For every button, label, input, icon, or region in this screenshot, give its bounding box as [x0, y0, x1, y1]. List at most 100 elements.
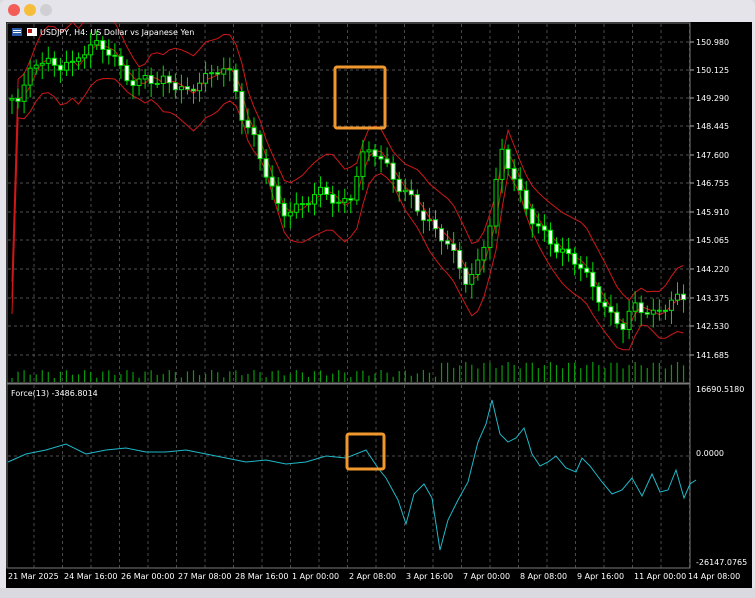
candle-body [378, 155, 384, 160]
candle-body [130, 80, 136, 87]
candle-body [178, 86, 184, 91]
candle-body [469, 274, 475, 285]
candle-body [675, 293, 680, 301]
indicator-pane-border [6, 383, 691, 569]
candle-body [529, 208, 535, 225]
candle-body [281, 202, 287, 217]
candle-body [511, 168, 517, 180]
price-tick-label: 149.290 [696, 94, 729, 103]
candle-body [312, 194, 317, 205]
candle-body [354, 175, 360, 201]
candle-body [348, 198, 354, 201]
title-bar [0, 0, 755, 22]
time-tick-label: 1 Apr 00:00 [292, 572, 339, 581]
price-tick-label: 143.375 [696, 294, 729, 303]
candle-body [372, 149, 378, 157]
symbol-header: USDJPY, H4: US Dollar vs Japanese Yen [12, 28, 194, 37]
candle-body [463, 267, 469, 285]
candle-body [124, 65, 130, 82]
candle-body [221, 68, 227, 75]
candle-body [656, 309, 662, 312]
candle-body [638, 302, 644, 314]
time-tick-label: 7 Apr 00:00 [463, 572, 510, 581]
force-index-line [7, 399, 697, 551]
candle-body [209, 72, 215, 75]
indicator-label: Force(13) -3486.8014 [11, 389, 98, 398]
time-tick-label: 11 Apr 00:00 [634, 572, 686, 581]
candle-body [433, 219, 438, 230]
price-chart[interactable]: 150.980 150.125 149.290 148.445 147.600 146.7… [6, 22, 752, 588]
candle-body [668, 299, 674, 311]
close-button[interactable] [8, 4, 20, 16]
candle-body [160, 75, 166, 84]
candle-body [51, 57, 57, 66]
candle-body [287, 211, 293, 217]
candle-body [106, 48, 112, 56]
time-tick-label: 2 Apr 08:00 [349, 572, 396, 581]
candle-body [191, 88, 196, 92]
candle-body [275, 185, 281, 204]
candle-body [82, 54, 88, 59]
candle-body [366, 149, 372, 153]
candle-body [318, 186, 324, 196]
zoom-button[interactable] [40, 4, 52, 16]
candle-body [330, 193, 336, 204]
price-tick-label: 145.065 [696, 236, 729, 245]
candle-body [554, 243, 559, 253]
candle-body [493, 178, 499, 227]
time-tick-label: 9 Apr 16:00 [577, 572, 624, 581]
candle-body [154, 82, 160, 85]
candle-body [662, 309, 668, 312]
candle-body [197, 82, 203, 92]
candle-body [269, 176, 275, 187]
candle-body [650, 309, 656, 315]
candle-body [39, 62, 45, 66]
window-bottom [0, 588, 755, 598]
candle-body [535, 223, 541, 227]
candle-body [233, 69, 239, 92]
time-tick-label: 8 Apr 08:00 [520, 572, 567, 581]
candle-body [293, 203, 299, 213]
candle-body [172, 82, 178, 91]
candle-body [584, 267, 590, 273]
candle-body [517, 178, 523, 191]
candle-body [45, 57, 51, 64]
candle-body [566, 248, 572, 255]
indicator-tick-label: -26147.0765 [696, 558, 747, 567]
time-tick-label: 14 Apr 08:00 [688, 572, 740, 581]
indicator-tick-label: 16690.5180 [696, 385, 744, 394]
candle-body [547, 229, 553, 245]
minimize-button[interactable] [24, 4, 36, 16]
candle-body [457, 249, 463, 269]
candle-body [402, 189, 408, 193]
candle-body [420, 210, 426, 221]
time-tick-label: 21 Mar 2025 [8, 572, 59, 581]
candle-body [541, 225, 547, 231]
candle-body [142, 75, 148, 80]
chart-area[interactable]: 150.980 150.125 149.290 148.445 147.600 146.7… [6, 22, 752, 588]
candle-body [76, 57, 82, 62]
candle-body [257, 134, 263, 160]
candle-body [632, 302, 638, 312]
candle-body [572, 253, 578, 265]
candle-body [614, 311, 620, 325]
candle-body [112, 54, 118, 57]
candle-body [608, 306, 614, 313]
price-tick-label: 150.980 [696, 38, 729, 47]
candle-body [523, 189, 529, 210]
candle-body [439, 228, 445, 242]
candle-body [487, 225, 493, 248]
highlight-box-force [345, 432, 386, 471]
candle-body [681, 293, 687, 301]
candle-body [396, 178, 402, 193]
candle-body [15, 98, 21, 102]
candle-body [136, 78, 142, 87]
time-axis: 21 Mar 2025 24 Mar 16:00 26 Mar 00:00 27 Ma… [8, 572, 740, 581]
time-tick-label: 27 Mar 08:00 [178, 572, 231, 581]
price-tick-label: 145.910 [696, 208, 729, 217]
candle-body [408, 189, 414, 196]
candle-body [100, 40, 106, 50]
price-axis: 150.980 150.125 149.290 148.445 147.600 146.7… [690, 38, 729, 360]
candle-body [426, 219, 432, 222]
candle-body [578, 263, 584, 269]
